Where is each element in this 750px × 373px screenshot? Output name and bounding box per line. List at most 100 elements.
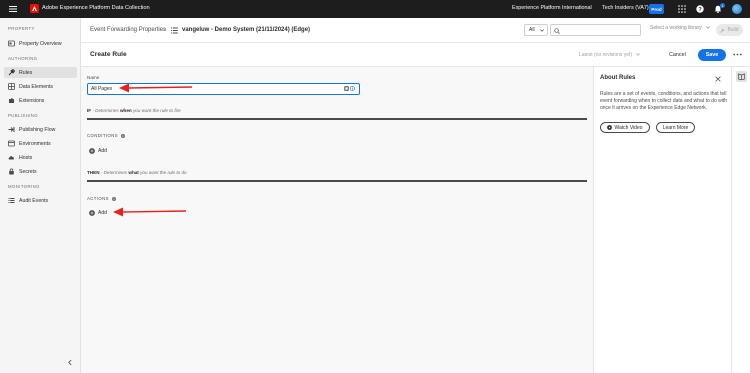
add-action-button[interactable]: Add <box>89 210 107 216</box>
adobe-logo-icon[interactable] <box>30 4 39 13</box>
org-switcher[interactable]: Experience Platform International <box>512 5 592 11</box>
search-input[interactable] <box>550 24 641 36</box>
info-icon[interactable] <box>350 86 355 91</box>
property-header: Event Forwarding Properties › vangeluw -… <box>81 18 750 43</box>
nav-item-environments[interactable]: Environments <box>4 138 77 149</box>
nav-section-property: PROPERTY <box>8 26 35 31</box>
add-condition-label: Add <box>98 148 107 154</box>
then-description: THEN - Determines what you want the rule… <box>87 170 187 175</box>
revision-select[interactable]: Latest (no revisions yet) <box>579 52 641 58</box>
nav-item-audit-events[interactable]: Audit Events <box>4 195 77 206</box>
sandbox-switcher[interactable]: Tech Insiders (VA7) <box>602 5 649 11</box>
more-options-icon[interactable] <box>733 53 742 56</box>
if-text-1: - Determines <box>91 108 120 113</box>
info-icon[interactable] <box>120 133 125 138</box>
help-icon[interactable]: ? <box>696 5 704 13</box>
info-icon[interactable] <box>111 196 116 201</box>
actions-heading: ACTIONS <box>87 196 116 201</box>
environment-badge: Prod <box>649 4 664 14</box>
nav-item-secrets[interactable]: Secrets <box>4 166 77 177</box>
right-rail <box>731 67 750 373</box>
add-condition-button[interactable]: Add <box>89 148 107 154</box>
add-action-label: Add <box>98 210 107 216</box>
apps-grid-icon[interactable] <box>678 5 686 13</box>
nav-item-label: Data Elements <box>19 83 54 90</box>
if-description: IF - Determines when you want the rule t… <box>87 108 181 113</box>
then-text-bold: what <box>128 170 139 175</box>
then-prefix: THEN <box>87 170 100 175</box>
nav-item-label: Extensions <box>19 97 45 104</box>
extensions-puzzle-icon <box>9 98 14 103</box>
publishing-flow-icon <box>8 127 15 132</box>
help-panel-toggle[interactable] <box>736 71 747 82</box>
collapse-sidebar-chevron-icon[interactable] <box>67 359 73 366</box>
about-rules-panel: About Rules Rules are a set of events, c… <box>593 67 731 373</box>
build-button[interactable]: Build <box>716 24 743 36</box>
cancel-button[interactable]: Cancel <box>669 52 686 58</box>
notification-count-badge: 1 <box>720 3 725 8</box>
data-element-picker-icon[interactable] <box>344 86 349 91</box>
nav-item-label: Hosts <box>19 154 33 161</box>
add-circle-icon <box>89 148 95 154</box>
nav-item-label: Environments <box>19 140 51 147</box>
breadcrumb-property-name[interactable]: vangeluw - Demo System (21/11/2024) (Edg… <box>182 27 310 33</box>
name-field-label: Name <box>87 75 100 80</box>
nav-item-property-overview[interactable]: Property Overview <box>4 38 77 49</box>
nav-item-data-elements[interactable]: Data Elements <box>4 81 77 92</box>
rule-editor: Name IF - Determines when you want the r… <box>81 67 593 373</box>
conditions-heading: CONDITIONS <box>87 133 125 138</box>
about-panel-body: Rules are a set of events, conditions, a… <box>600 91 728 111</box>
search-icon <box>554 28 560 34</box>
rule-editor-header: Create Rule Latest (no revisions yet) Ca… <box>81 43 750 67</box>
actions-label: ACTIONS <box>87 196 109 201</box>
watch-video-button[interactable]: Watch Video <box>600 122 650 133</box>
annotation-arrow-name-field <box>119 83 193 93</box>
learn-more-label: Learn More <box>662 124 689 131</box>
hosts-cloud-icon <box>8 156 14 160</box>
nav-item-rules[interactable]: Rules <box>4 67 77 78</box>
build-label: Build <box>727 27 739 33</box>
hammer-icon <box>720 28 725 33</box>
search-filter-select[interactable]: All <box>524 24 548 36</box>
name-field-icons <box>344 86 356 93</box>
revision-label: Latest (no revisions yet) <box>579 52 633 58</box>
nav-item-label: Property Overview <box>19 40 62 47</box>
then-divider <box>87 180 587 182</box>
environments-icon <box>8 140 15 147</box>
if-text-bold: when <box>119 108 132 113</box>
audit-events-list-icon <box>8 198 15 203</box>
close-icon[interactable] <box>715 76 721 82</box>
about-panel-title: About Rules <box>600 75 636 81</box>
nav-section-authoring: AUTHORING <box>8 56 38 61</box>
data-elements-icon <box>8 83 15 90</box>
then-text-2: you want the rule to do <box>138 170 187 175</box>
save-button[interactable]: Save <box>698 49 726 61</box>
conditions-label: CONDITIONS <box>87 133 118 138</box>
global-header: Adobe Experience Platform Data Collectio… <box>0 0 750 18</box>
lock-icon <box>9 168 14 175</box>
page-title: Create Rule <box>90 51 127 58</box>
learn-more-button[interactable]: Learn More <box>656 122 695 133</box>
property-list-icon <box>171 27 178 34</box>
filter-value: All <box>529 27 535 33</box>
book-icon <box>738 73 745 80</box>
working-library-select[interactable]: Select a working library <box>650 25 711 31</box>
chevron-down-icon <box>706 26 711 29</box>
watch-video-label: Watch Video <box>614 124 643 131</box>
breadcrumb-event-forwarding-properties[interactable]: Event Forwarding Properties <box>90 27 166 33</box>
app-title: Adobe Experience Platform Data Collectio… <box>42 5 150 11</box>
chevron-down-icon <box>540 29 544 32</box>
property-overview-icon <box>8 40 15 47</box>
menu-icon[interactable] <box>9 5 17 13</box>
working-library-placeholder: Select a working library <box>650 25 702 31</box>
nav-item-label: Audit Events <box>19 197 49 204</box>
user-avatar[interactable] <box>732 4 742 14</box>
nav-item-extensions[interactable]: Extensions <box>4 95 77 106</box>
left-nav: PROPERTY Property Overview AUTHORING Rul… <box>0 18 81 373</box>
nav-item-label: Rules <box>19 69 33 76</box>
nav-item-publishing-flow[interactable]: Publishing Flow <box>4 124 77 135</box>
play-icon <box>607 125 613 130</box>
then-text-1: - Determines <box>99 170 129 175</box>
nav-item-hosts[interactable]: Hosts <box>4 152 77 163</box>
annotation-arrow-add-action <box>113 207 187 217</box>
